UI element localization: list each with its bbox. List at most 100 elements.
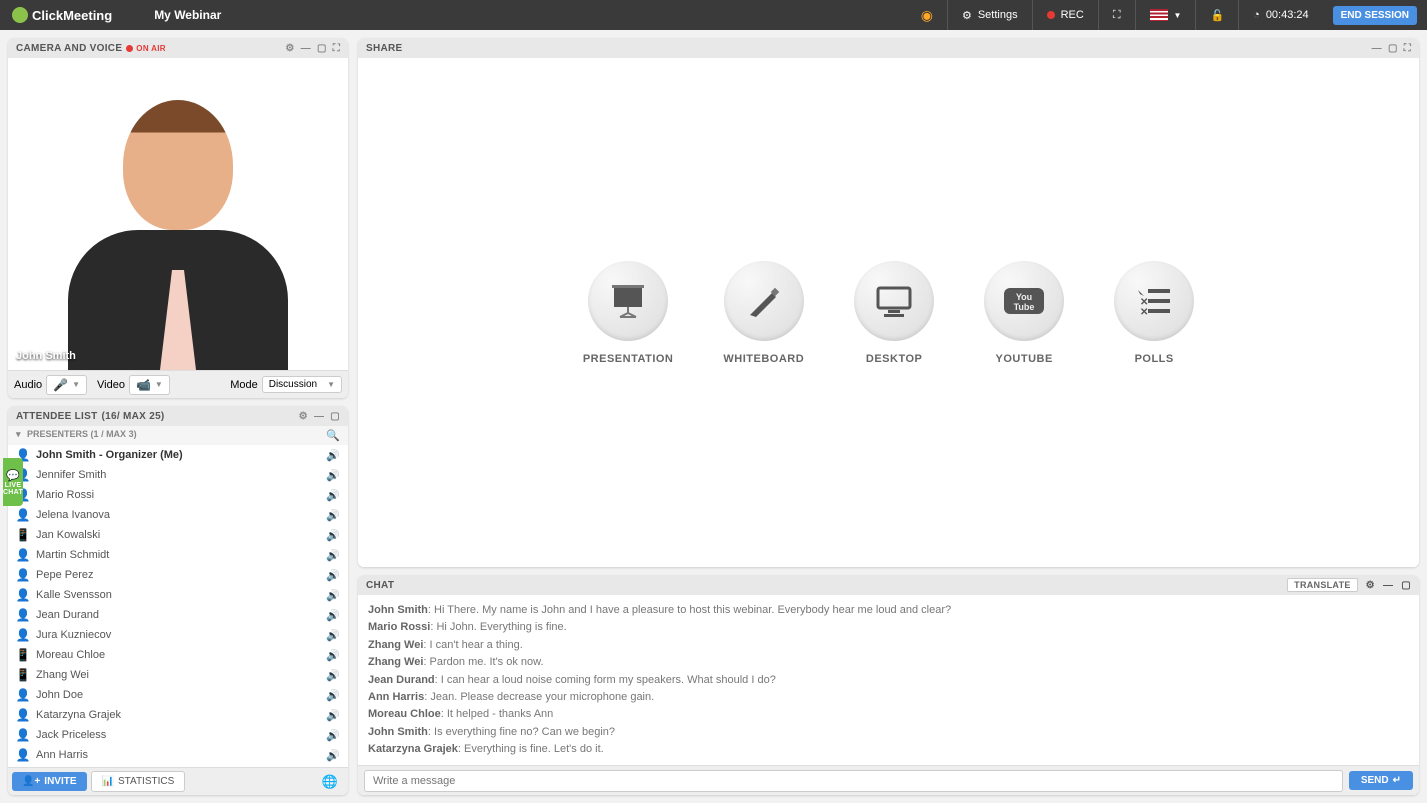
presenters-label: PRESENTERS (1 / MAX 3) bbox=[27, 429, 137, 439]
audio-status-icon: 🔊 bbox=[326, 609, 340, 622]
attendee-row[interactable]: 👤Kalle Svensson🔊 bbox=[8, 585, 348, 605]
chat-message: John Smith: Is everything fine no? Can w… bbox=[368, 725, 1409, 740]
share-panel-title: SHARE bbox=[366, 43, 403, 54]
chat-text: Everything is fine. Let's do it. bbox=[464, 743, 604, 755]
panel-expand-icon[interactable]: ⛶ bbox=[1404, 43, 1411, 54]
panel-minimize-icon[interactable]: — bbox=[301, 43, 311, 54]
panel-settings-icon[interactable]: ⚙ bbox=[1366, 580, 1375, 591]
video-toggle[interactable]: 📹▼ bbox=[129, 375, 170, 395]
audio-toggle[interactable]: 🎤▼ bbox=[46, 375, 87, 395]
panel-restore-icon[interactable]: ▢ bbox=[1401, 580, 1411, 591]
bar-chart-icon: 📊 bbox=[102, 776, 114, 787]
chat-author: Moreau Chloe bbox=[368, 708, 441, 720]
share-panel-header: SHARE — ▢ ⛶ bbox=[358, 38, 1419, 58]
presentation-icon bbox=[588, 261, 668, 341]
fullscreen-button[interactable]: ⛶ bbox=[1098, 0, 1135, 30]
chat-input[interactable] bbox=[364, 770, 1343, 792]
chevron-down-icon: ▼ bbox=[327, 380, 335, 389]
on-air-label: ON AIR bbox=[136, 44, 166, 53]
share-option-label: DESKTOP bbox=[866, 353, 922, 365]
translate-button[interactable]: Translate bbox=[1287, 578, 1358, 592]
attendee-name: Jennifer Smith bbox=[36, 469, 106, 481]
share-option-label: WHITEBOARD bbox=[723, 353, 804, 365]
attendee-row[interactable]: 👤Ann Harris🔊 bbox=[8, 745, 348, 765]
chat-footer: SEND ↵ bbox=[358, 765, 1419, 795]
panel-minimize-icon[interactable]: — bbox=[1372, 43, 1382, 54]
chat-author: John Smith bbox=[368, 726, 428, 738]
presenters-section-header[interactable]: ▾ PRESENTERS (1 / MAX 3) 🔍 bbox=[8, 426, 348, 445]
mode-selector[interactable]: Discussion▼ bbox=[262, 376, 342, 393]
attendee-panel-title: ATTENDEE LIST bbox=[16, 411, 98, 422]
camera-panel-header: CAMERA AND VOICE ON AIR ⚙ — ▢ ⛶ bbox=[8, 38, 348, 58]
attendee-name: Jan Kowalski bbox=[36, 529, 100, 541]
record-button[interactable]: REC bbox=[1032, 0, 1098, 30]
attendee-row[interactable]: 👤Jelena Ivanova🔊 bbox=[8, 505, 348, 525]
attendee-name: Mario Rossi bbox=[36, 489, 94, 501]
share-option-polls[interactable]: ✕✕POLLS bbox=[1114, 261, 1194, 365]
panel-restore-icon[interactable]: ▢ bbox=[1388, 43, 1398, 54]
attendee-row[interactable]: 👤Jack Priceless🔊 bbox=[8, 725, 348, 745]
attendee-row[interactable]: 📱Moreau Chloe🔊 bbox=[8, 645, 348, 665]
chat-message: Zhang Wei: Pardon me. It's ok now. bbox=[368, 655, 1409, 670]
send-button[interactable]: SEND ↵ bbox=[1349, 771, 1413, 790]
attendee-panel-header: ATTENDEE LIST (16/ MAX 25) ⚙ — ▢ bbox=[8, 406, 348, 426]
panel-restore-icon[interactable]: ▢ bbox=[330, 411, 340, 422]
attendee-name: Katarzyna Grajek bbox=[36, 709, 121, 721]
chat-message: Moreau Chloe: It helped - thanks Ann bbox=[368, 707, 1409, 722]
share-option-desktop[interactable]: DESKTOP bbox=[854, 261, 934, 365]
share-option-label: PRESENTATION bbox=[583, 353, 674, 365]
clock-icon: ◔ bbox=[1253, 9, 1260, 21]
person-icon: 👤 bbox=[16, 588, 30, 602]
person-icon: 👤 bbox=[16, 628, 30, 642]
attendee-row[interactable]: 👤John Smith - Organizer (Me)🔊 bbox=[8, 445, 348, 465]
attendee-row[interactable]: 📱Zhang Wei🔊 bbox=[8, 665, 348, 685]
connection-indicator: ◉ bbox=[907, 0, 947, 30]
attendee-row[interactable]: 👤Jura Kuzniecov🔊 bbox=[8, 625, 348, 645]
on-air-dot-icon bbox=[126, 45, 133, 52]
settings-button[interactable]: ⚙ Settings bbox=[947, 0, 1032, 30]
panel-minimize-icon[interactable]: — bbox=[1383, 580, 1393, 591]
share-option-whiteboard[interactable]: WHITEBOARD bbox=[723, 261, 804, 365]
attendee-row[interactable]: 📱Jan Kowalski🔊 bbox=[8, 525, 348, 545]
attendee-row[interactable]: 👤Jennifer Smith🔊 bbox=[8, 465, 348, 485]
attendee-name: Jelena Ivanova bbox=[36, 509, 110, 521]
live-chat-side-tab[interactable]: 💬 LIVE CHAT bbox=[3, 458, 23, 506]
panel-settings-icon[interactable]: ⚙ bbox=[285, 43, 294, 54]
globe-icon[interactable]: 🌐 bbox=[322, 774, 338, 790]
end-session-button[interactable]: END SESSION bbox=[1333, 6, 1417, 25]
svg-text:Tube: Tube bbox=[1014, 302, 1035, 312]
live-chat-tab-line2: CHAT bbox=[3, 489, 23, 496]
attendee-name: Jean Durand bbox=[36, 609, 99, 621]
invite-button[interactable]: 👤+ INVITE bbox=[12, 772, 87, 791]
fullscreen-icon: ⛶ bbox=[1113, 9, 1121, 22]
search-icon[interactable]: 🔍 bbox=[326, 429, 340, 442]
us-flag-icon bbox=[1150, 9, 1168, 21]
attendee-name: Moreau Chloe bbox=[36, 649, 105, 661]
panel-settings-icon[interactable]: ⚙ bbox=[299, 411, 308, 422]
attendee-row[interactable]: 👤Martin Schmidt🔊 bbox=[8, 545, 348, 565]
attendee-row[interactable]: 👤Mario Rossi🔊 bbox=[8, 485, 348, 505]
rec-label: REC bbox=[1061, 9, 1084, 21]
chat-text: Jean. Please decrease your microphone ga… bbox=[430, 691, 654, 703]
panel-expand-icon[interactable]: ⛶ bbox=[333, 43, 340, 54]
panel-minimize-icon[interactable]: — bbox=[314, 411, 324, 422]
attendee-row[interactable]: 👤John Doe🔊 bbox=[8, 685, 348, 705]
attendee-row[interactable]: 👤Pepe Perez🔊 bbox=[8, 565, 348, 585]
share-option-presentation[interactable]: PRESENTATION bbox=[583, 261, 674, 365]
microphone-icon: 🎤 bbox=[53, 378, 68, 392]
audio-status-icon: 🔊 bbox=[326, 669, 340, 682]
chat-author: John Smith bbox=[368, 604, 428, 616]
language-selector[interactable]: ▼ bbox=[1135, 0, 1196, 30]
share-option-youtube[interactable]: YouTubeYOUTUBE bbox=[984, 261, 1064, 365]
statistics-button[interactable]: 📊 STATISTICS bbox=[91, 771, 186, 792]
attendee-row[interactable]: 👤Jean Durand🔊 bbox=[8, 605, 348, 625]
panel-restore-icon[interactable]: ▢ bbox=[317, 43, 327, 54]
attendee-footer: 👤+ INVITE 📊 STATISTICS 🌐 bbox=[8, 767, 348, 795]
audio-status-icon: 🔊 bbox=[326, 509, 340, 522]
attendee-name: Jack Priceless bbox=[36, 729, 106, 741]
attendee-row[interactable]: 👤Katarzyna Grajek🔊 bbox=[8, 705, 348, 725]
person-icon: 👤 bbox=[16, 688, 30, 702]
person-icon: 👤 bbox=[16, 748, 30, 762]
unlock-button[interactable]: 🔓 bbox=[1195, 0, 1238, 30]
chat-text: It helped - thanks Ann bbox=[447, 708, 553, 720]
